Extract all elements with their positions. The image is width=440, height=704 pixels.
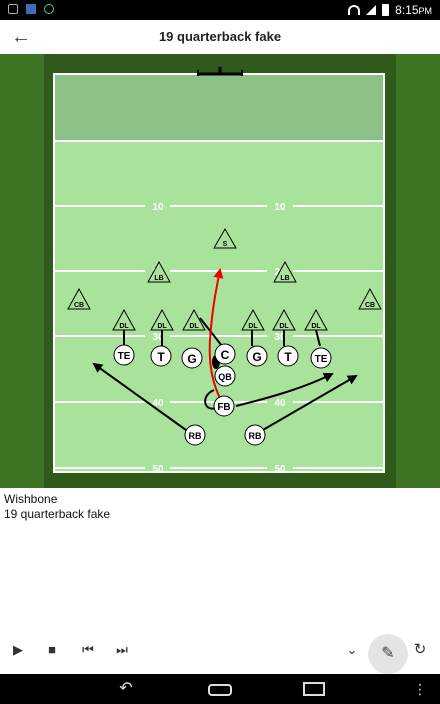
home-nav-icon[interactable] xyxy=(208,684,232,696)
page-title: 19 quarterback fake xyxy=(158,29,282,44)
app-toolbar: ← 19 quarterback fake xyxy=(0,20,440,54)
play-icon[interactable]: ▶ xyxy=(8,640,28,660)
player-rb-right[interactable]: RB xyxy=(244,424,266,446)
player-qb[interactable]: QB xyxy=(214,365,236,387)
yard-label: 10 xyxy=(274,202,286,213)
svg-text:DL: DL xyxy=(157,323,167,330)
yard-label: 50 xyxy=(152,464,164,475)
svg-text:S: S xyxy=(223,241,228,248)
svg-text:FB: FB xyxy=(217,402,230,413)
player-fb[interactable]: FB xyxy=(213,395,235,417)
svg-text:LB: LB xyxy=(280,275,289,282)
wifi-icon xyxy=(348,5,361,15)
svg-text:DL: DL xyxy=(279,323,289,330)
system-nav-bar: ↶ ⋮ xyxy=(0,674,440,704)
yard-label: 50 xyxy=(274,464,286,475)
chevron-down-icon[interactable]: ⌄ xyxy=(342,640,362,660)
player-g-left[interactable]: G xyxy=(181,347,203,369)
skip-previous-icon[interactable]: ⏮ xyxy=(78,640,98,660)
signal-icon xyxy=(366,5,377,15)
play-diagram[interactable]: 10 10 20 20 30 30 40 40 50 50 S LB LB CB… xyxy=(0,54,440,488)
svg-text:TE: TE xyxy=(315,354,328,365)
skip-next-icon[interactable]: ⏭ xyxy=(112,640,132,660)
svg-text:T: T xyxy=(284,350,292,364)
back-nav-icon[interactable]: ↶ xyxy=(111,680,141,698)
play-info: Wishbone 19 quarterback fake xyxy=(4,492,110,522)
svg-text:TE: TE xyxy=(118,351,131,362)
svg-text:DL: DL xyxy=(311,323,321,330)
refresh-icon[interactable]: ↻ xyxy=(410,640,430,660)
formation-name: Wishbone xyxy=(4,492,58,506)
notification-icon xyxy=(8,4,18,14)
end-zone xyxy=(55,75,383,141)
notification-icon xyxy=(44,4,54,14)
notification-icon xyxy=(26,4,36,14)
svg-text:RB: RB xyxy=(189,431,202,441)
play-name: 19 quarterback fake xyxy=(4,507,111,521)
player-t-right[interactable]: T xyxy=(277,345,299,367)
player-c[interactable]: C xyxy=(214,343,236,365)
menu-icon[interactable]: ⋮ xyxy=(405,680,435,698)
clock: 8:15PM xyxy=(395,3,432,17)
svg-text:DL: DL xyxy=(189,323,199,330)
stop-icon[interactable]: ■ xyxy=(42,640,62,660)
svg-text:G: G xyxy=(252,350,261,364)
svg-text:C: C xyxy=(221,348,230,362)
player-te-left[interactable]: TE xyxy=(113,344,135,366)
svg-text:RB: RB xyxy=(249,431,262,441)
svg-text:CB: CB xyxy=(365,302,375,309)
svg-text:G: G xyxy=(187,352,196,366)
pencil-icon[interactable]: ✎ xyxy=(368,634,408,674)
svg-text:DL: DL xyxy=(119,323,129,330)
battery-icon xyxy=(382,4,390,16)
svg-text:QB: QB xyxy=(218,372,232,382)
player-t-left[interactable]: T xyxy=(150,345,172,367)
player-rb-left[interactable]: RB xyxy=(184,424,206,446)
status-bar: 8:15PM xyxy=(0,0,440,20)
football-field: 10 10 20 20 30 30 40 40 50 50 S LB LB CB… xyxy=(0,54,440,488)
yard-label: 40 xyxy=(274,398,286,409)
player-g-right[interactable]: G xyxy=(246,345,268,367)
svg-text:T: T xyxy=(157,350,165,364)
player-te-right[interactable]: TE xyxy=(310,347,332,369)
svg-text:CB: CB xyxy=(74,302,84,309)
yard-label: 10 xyxy=(152,202,164,213)
recents-nav-icon[interactable] xyxy=(303,682,325,696)
svg-text:LB: LB xyxy=(154,275,163,282)
svg-text:DL: DL xyxy=(248,323,258,330)
